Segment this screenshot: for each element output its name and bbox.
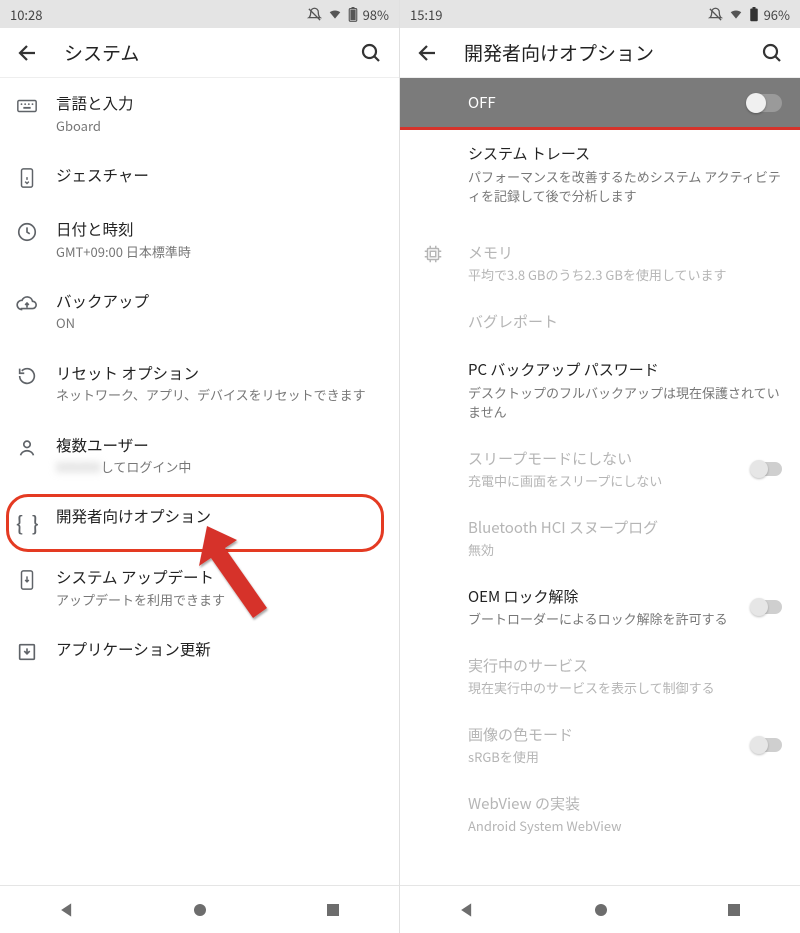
cloud-upload-icon (16, 293, 38, 315)
search-icon[interactable] (760, 41, 784, 65)
nav-back-icon[interactable] (57, 900, 77, 920)
stay-awake-switch[interactable] (752, 462, 782, 476)
status-right: 96% (708, 5, 790, 24)
appbar-title: システム (64, 39, 359, 66)
list-item-gesture[interactable]: ジェスチャー (0, 150, 399, 204)
item-stay-awake: スリープモードにしない 充電中に画面をスリープにしない (400, 435, 800, 504)
battery-percent: 98% (363, 5, 389, 24)
item-oem-unlock[interactable]: OEM ロック解除 ブートローダーによるロック解除を許可する (400, 573, 800, 642)
master-toggle-label: OFF (468, 92, 496, 113)
master-toggle-bar[interactable]: OFF (400, 78, 800, 130)
list-item-system-update[interactable]: システム アップデートアップデートを利用できます (0, 552, 399, 624)
color-mode-switch[interactable] (752, 738, 782, 752)
list-item-backup[interactable]: バックアップON (0, 276, 399, 348)
settings-list: 言語と入力Gboard ジェスチャー 日付と時刻GMT+09:00 日本標準時 … (0, 78, 399, 885)
item-system-trace[interactable]: システム トレース パフォーマンスを改善するためシステム アクティビティを記録し… (400, 130, 800, 219)
navbar (0, 885, 399, 933)
battery-icon (749, 7, 759, 22)
left-screenshot: 10:28 98% システム 言語と入力Gboard ジェスチャー 日付と時刻G… (0, 0, 400, 933)
braces-icon: { } (16, 508, 41, 537)
status-time: 15:19 (410, 5, 442, 24)
nav-back-icon[interactable] (457, 900, 477, 920)
item-backup-password[interactable]: PC バックアップ パスワード デスクトップのフルバックアップは現在保護されてい… (400, 346, 800, 435)
item-webview: WebView の実装 Android System WebView (400, 780, 800, 849)
person-icon (16, 437, 38, 459)
reset-icon (16, 365, 38, 387)
battery-icon (348, 7, 358, 22)
item-color-mode: 画像の色モード sRGBを使用 (400, 711, 800, 780)
developer-options-list: システム トレース パフォーマンスを改善するためシステム アクティビティを記録し… (400, 130, 800, 885)
item-bugreport: バグレポート (400, 298, 800, 347)
keyboard-icon (16, 95, 38, 117)
nav-home-icon[interactable] (592, 901, 610, 919)
list-item-developer-options[interactable]: { } 開発者向けオプション (0, 491, 399, 552)
status-right: 98% (307, 5, 389, 24)
back-icon[interactable] (16, 41, 40, 65)
battery-percent: 96% (764, 5, 790, 24)
item-bt-hci: Bluetooth HCI スヌープログ 無効 (400, 504, 800, 573)
wifi-icon (728, 7, 744, 21)
nav-recent-icon[interactable] (324, 901, 342, 919)
nav-recent-icon[interactable] (725, 901, 743, 919)
list-item-app-update[interactable]: アプリケーション更新 (0, 624, 399, 678)
bell-off-icon (307, 7, 322, 22)
item-running-services: 実行中のサービス 現在実行中のサービスを表示して制御する (400, 642, 800, 711)
system-update-icon (16, 569, 38, 591)
wifi-icon (327, 7, 343, 21)
status-bar: 15:19 96% (400, 0, 800, 28)
back-icon[interactable] (416, 41, 440, 65)
status-time: 10:28 (10, 5, 42, 24)
chip-icon (422, 243, 444, 265)
nav-home-icon[interactable] (191, 901, 209, 919)
navbar (400, 885, 800, 933)
item-memory: メモリ 平均で3.8 GBのうち2.3 GBを使用しています (400, 229, 800, 298)
download-box-icon (16, 641, 38, 663)
list-item-datetime[interactable]: 日付と時刻GMT+09:00 日本標準時 (0, 204, 399, 276)
appbar-title: 開発者向けオプション (464, 39, 760, 66)
status-bar: 10:28 98% (0, 0, 399, 28)
list-item-language[interactable]: 言語と入力Gboard (0, 78, 399, 150)
right-screenshot: 15:19 96% 開発者向けオプション OFF システム トレース パフォーマ… (400, 0, 800, 933)
clock-icon (16, 221, 38, 243)
appbar: 開発者向けオプション (400, 28, 800, 78)
bell-off-icon (708, 7, 723, 22)
gesture-icon (16, 167, 38, 189)
master-toggle-switch[interactable] (748, 94, 782, 112)
appbar: システム (0, 28, 399, 78)
list-item-reset[interactable]: リセット オプションネットワーク、アプリ、デバイスをリセットできます (0, 348, 399, 420)
list-item-users[interactable]: 複数ユーザーXXXXXXしてログイン中 (0, 420, 399, 492)
oem-unlock-switch[interactable] (752, 600, 782, 614)
search-icon[interactable] (359, 41, 383, 65)
